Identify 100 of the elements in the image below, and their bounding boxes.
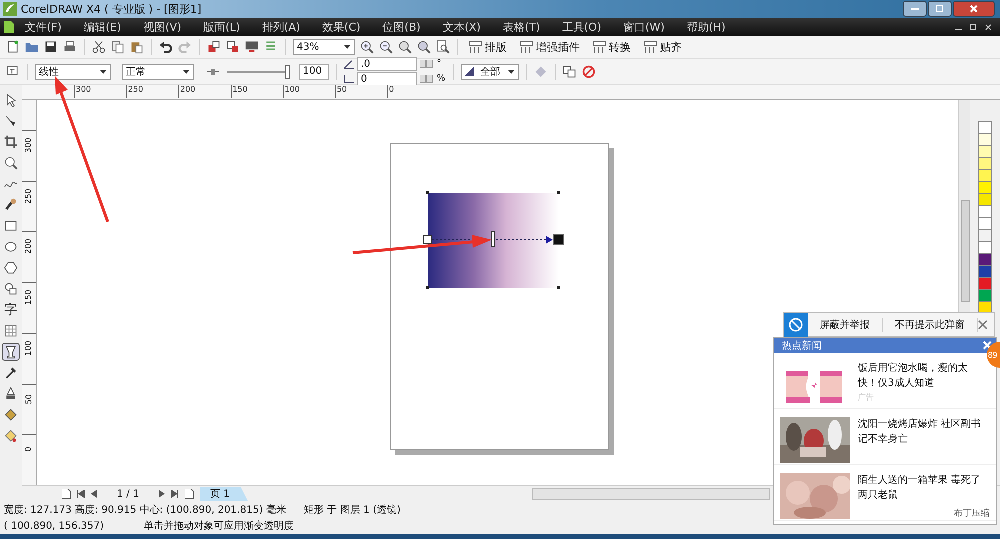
ruler-label: 50	[24, 394, 34, 404]
opacity-slider[interactable]	[224, 64, 290, 78]
ruler-label: 100	[24, 340, 34, 356]
color-swatch[interactable]	[978, 217, 992, 230]
shapes-icon	[4, 282, 18, 296]
news-headline[interactable]: 沈阳一烧烤店爆炸 社区副书记不幸身亡	[858, 417, 986, 447]
page-tab[interactable]: 页 1	[200, 487, 248, 501]
page-counter: 1 / 1	[116, 488, 140, 500]
toolbar-button[interactable]: 贴齐	[640, 38, 686, 56]
target-dropdown[interactable]: 全部	[460, 64, 519, 80]
menu-item[interactable]: 文本(X)	[432, 20, 492, 34]
menu-item[interactable]: 帮助(H)	[676, 20, 737, 34]
zoom-page-icon[interactable]	[436, 40, 450, 54]
color-swatch[interactable]	[978, 277, 992, 290]
color-swatch[interactable]	[978, 157, 992, 170]
transparency-type-dropdown[interactable]: 线性	[35, 64, 111, 80]
color-swatch[interactable]	[978, 289, 992, 302]
menu-item[interactable]: 版面(L)	[192, 20, 252, 34]
first-page-icon[interactable]	[77, 490, 85, 498]
color-swatch[interactable]	[978, 241, 992, 254]
color-swatch[interactable]	[978, 205, 992, 218]
menu-item[interactable]: 效果(C)	[311, 20, 372, 34]
transparency-tool[interactable]	[2, 343, 20, 361]
monitor-icon[interactable]	[245, 40, 259, 54]
toolbar-button[interactable]: 增强插件	[516, 38, 584, 56]
text-tool[interactable]: 字	[2, 301, 20, 319]
undo-icon[interactable]	[159, 40, 173, 54]
ruler-label: 300	[24, 138, 34, 154]
spin-icon[interactable]	[420, 75, 434, 83]
color-swatch[interactable]	[978, 145, 992, 158]
document-icon[interactable]	[4, 21, 14, 33]
caret-icon	[344, 45, 351, 49]
export-icon[interactable]	[226, 40, 240, 54]
slider-thumb[interactable]	[285, 64, 290, 78]
toolbar-button[interactable]: 排版	[465, 38, 511, 56]
minimize-button[interactable]	[903, 1, 927, 17]
color-swatch[interactable]	[978, 265, 992, 278]
zoom-icon[interactable]	[398, 40, 412, 54]
color-swatch[interactable]	[978, 169, 992, 182]
menu-item[interactable]: 工具(O)	[551, 20, 612, 34]
add-page-icon[interactable]	[185, 489, 194, 499]
menu-item[interactable]: 表格(T)	[492, 20, 552, 34]
add-page-icon[interactable]	[62, 489, 71, 499]
ruler-label: 250	[24, 188, 34, 204]
copy-icon[interactable]	[562, 64, 577, 78]
menu-item[interactable]: 窗口(W)	[612, 20, 676, 34]
color-swatch[interactable]	[978, 253, 992, 266]
vertical-scrollbar[interactable]	[958, 100, 970, 312]
next-page-icon[interactable]	[159, 490, 166, 498]
maximize-button[interactable]	[928, 1, 952, 17]
new-file-icon[interactable]	[6, 40, 20, 54]
close-icon	[970, 5, 978, 13]
menu-item[interactable]: 文件(F)	[14, 20, 73, 34]
last-page-icon[interactable]	[171, 490, 180, 498]
color-swatch[interactable]	[978, 181, 992, 194]
ruler-label: 100	[282, 85, 335, 98]
import-icon[interactable]	[207, 40, 221, 54]
merge-mode-dropdown[interactable]: 正常	[122, 64, 194, 80]
previous-page-icon[interactable]	[91, 490, 97, 498]
opacity-field[interactable]: 100	[299, 64, 329, 80]
menu-item[interactable]: 编辑(E)	[72, 20, 132, 34]
color-swatch[interactable]	[978, 229, 992, 242]
news-headline[interactable]: 饭后用它泡水喝，瘦的太快！仅3成人知道	[858, 361, 986, 391]
horizontal-scrollbar[interactable]	[532, 488, 770, 500]
edge-pad-field[interactable]: 0	[357, 72, 417, 86]
zoom-out-icon[interactable]	[379, 40, 393, 54]
toolbar-icon	[644, 41, 657, 53]
clear-icon[interactable]	[582, 64, 596, 78]
news-headline[interactable]: 陌生人送的一箱苹果 毒死了两只老鼠	[858, 473, 986, 503]
crop-icon	[4, 135, 18, 149]
print-icon[interactable]	[63, 40, 77, 54]
color-swatch[interactable]	[978, 193, 992, 206]
copy-icon[interactable]	[111, 40, 125, 54]
color-swatch[interactable]	[978, 133, 992, 146]
crop-tool[interactable]	[2, 133, 20, 151]
caret-icon	[183, 70, 190, 74]
popup-action-link[interactable]: 不再提示此弹窗	[883, 318, 978, 332]
polygon-icon	[4, 261, 18, 275]
maximize-icon	[936, 5, 944, 13]
save-icon[interactable]	[44, 40, 58, 54]
scissors-icon[interactable]	[92, 40, 106, 54]
menu-item[interactable]: 位图(B)	[372, 20, 432, 34]
restore-icon[interactable]	[970, 24, 977, 30]
toolbar-button[interactable]: 转换	[589, 38, 635, 56]
paste-icon[interactable]	[130, 40, 144, 54]
shape-icon	[4, 114, 18, 128]
popup-action-link[interactable]: 屏蔽并举报	[808, 318, 883, 332]
menu-item[interactable]: 排列(A)	[251, 20, 312, 34]
close-icon[interactable]	[985, 24, 992, 30]
edge-icon	[344, 74, 354, 84]
color-swatch[interactable]	[978, 121, 992, 134]
spin-icon[interactable]	[420, 60, 434, 68]
menu-item[interactable]: 视图(V)	[132, 20, 193, 34]
block-icon[interactable]	[784, 312, 808, 336]
close-button[interactable]	[953, 1, 995, 17]
angle-field[interactable]: .0	[357, 57, 417, 71]
toolbar-icon	[469, 41, 482, 53]
zoom-in-icon[interactable]	[360, 40, 374, 54]
zoom-icon[interactable]	[417, 40, 431, 54]
zoom-dropdown[interactable]: 43%	[293, 39, 355, 55]
